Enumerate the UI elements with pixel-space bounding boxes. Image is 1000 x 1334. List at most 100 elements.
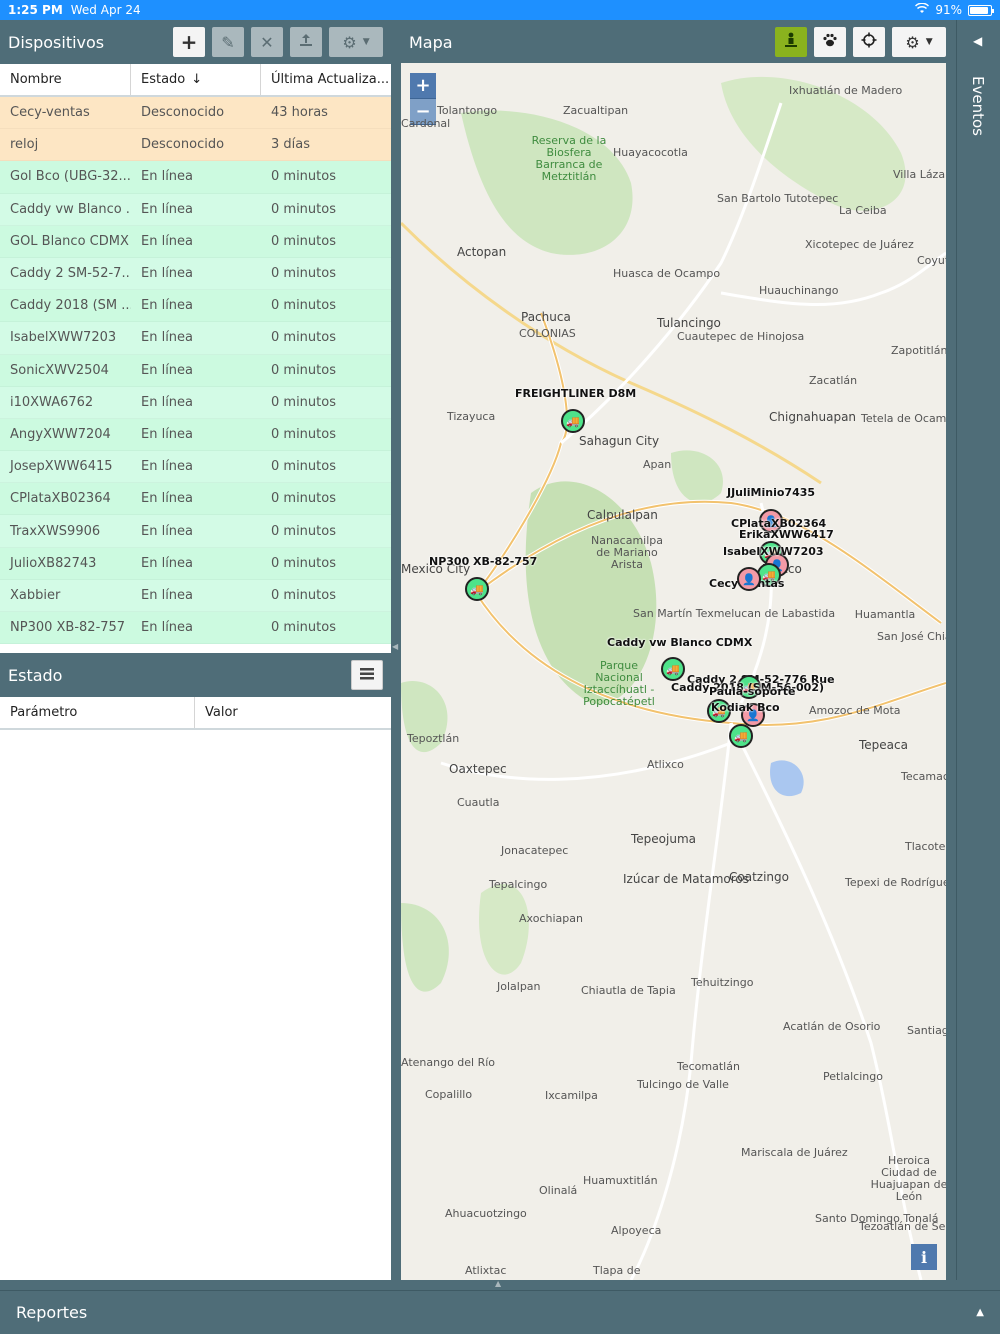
wifi-icon — [915, 2, 930, 17]
map-place-label: Zacatlán — [809, 374, 858, 387]
locate-button[interactable] — [853, 27, 885, 57]
map-place-label: Apan — [643, 458, 672, 471]
bottom-splitter[interactable]: ▲ — [0, 1279, 1000, 1290]
map-place-label: Ahuacuotzingo — [445, 1207, 527, 1220]
map-place-label: Ixhuatlán de Madero — [789, 84, 903, 97]
share-device-button[interactable] — [290, 27, 322, 57]
device-settings-button[interactable]: ⚙ ▼ — [329, 27, 383, 57]
map-place-label: Villa Lázaro Cárdenas — [893, 168, 946, 181]
device-updated: 0 minutos — [271, 233, 336, 249]
table-row[interactable]: Gol Bco (UBG-32... En línea 0 minutos — [0, 161, 391, 194]
map-info-button[interactable]: i — [911, 1244, 937, 1270]
battery-icon — [968, 4, 994, 16]
vehicle-marker-truck-icon[interactable]: 🚚 — [465, 577, 489, 601]
history-button[interactable] — [814, 27, 846, 57]
caret-up-icon: ▲ — [976, 1307, 984, 1318]
events-panel[interactable]: ◀ Eventos — [956, 20, 1000, 1280]
arrow-down-icon: ↓ — [191, 72, 203, 87]
map-place-label: Heroica Ciudad de Huajuapan de León — [870, 1154, 946, 1203]
map-place-label: Amozoc de Mota — [809, 704, 901, 717]
table-row[interactable]: GOL Blanco CDMX En línea 0 minutos — [0, 225, 391, 258]
map-settings-button[interactable]: ⚙ ▼ — [892, 27, 946, 57]
vehicle-label: ErikaXWW6417 — [739, 528, 834, 541]
device-updated: 0 minutos — [271, 491, 336, 507]
edit-device-button[interactable]: ✎ — [212, 27, 244, 57]
estado-menu-button[interactable] — [351, 660, 383, 691]
device-status: En línea — [141, 426, 194, 442]
map-title: Mapa — [409, 32, 453, 52]
device-name: i10XWA6762 — [10, 394, 94, 410]
remove-device-button[interactable]: ✕ — [251, 27, 283, 57]
map-place-label: Parque Nacional Iztaccíhuatl - Popocatép… — [583, 659, 655, 708]
table-row[interactable]: AngyXWW7204 En línea 0 minutos — [0, 418, 391, 452]
map-place-label: Tetela de Ocampo — [861, 412, 946, 425]
device-updated: 0 minutos — [271, 620, 336, 636]
column-name[interactable]: Nombre — [0, 64, 131, 95]
column-value[interactable]: Valor — [195, 697, 391, 728]
table-row[interactable]: NP300 XB-82-757 En línea 0 minutos — [0, 612, 391, 645]
device-updated: 43 horas — [271, 105, 328, 121]
map-place-label: Coatzingo — [729, 870, 789, 884]
table-row[interactable]: i10XWA6762 En línea 0 minutos — [0, 386, 391, 419]
add-device-button[interactable]: + — [173, 27, 205, 57]
battery-percent: 91% — [935, 3, 962, 17]
map-place-label: Tlacotepec de Benito — [905, 840, 946, 853]
list-icon — [359, 666, 375, 685]
estado-title: Estado — [8, 665, 63, 685]
table-row[interactable]: TraxXWS9906 En línea 0 minutos — [0, 515, 391, 548]
status-time: 1:25 PM — [8, 3, 63, 17]
reports-title: Reportes — [16, 1303, 88, 1322]
map-place-label: Alpoyeca — [611, 1224, 662, 1237]
table-row[interactable]: CPlataXB02364 En línea 0 minutos — [0, 483, 391, 516]
table-row[interactable]: Caddy 2 SM-52-7... En línea 0 minutos — [0, 257, 391, 291]
vehicle-label: IsabelXWW7203 — [723, 545, 824, 558]
panel-splitter[interactable]: ◀ — [391, 20, 400, 1280]
device-updated: 0 minutos — [271, 394, 336, 410]
map-place-label: Tepoztlán — [407, 732, 460, 745]
zoom-in-button[interactable]: + — [410, 73, 436, 99]
map-place-label: Tulcingo de Valle — [637, 1078, 729, 1091]
close-icon: ✕ — [260, 32, 274, 52]
vehicle-marker-person-icon[interactable]: 👤 — [737, 567, 761, 591]
map-place-label: Acatlán de Osorio — [783, 1020, 881, 1033]
table-row[interactable]: Cecy-ventas Desconocido 43 horas — [0, 97, 391, 130]
column-updated[interactable]: Última Actualiza... — [261, 64, 391, 95]
plus-icon: + — [180, 30, 198, 54]
column-status[interactable]: Estado ↓ — [131, 64, 261, 95]
map-view[interactable]: + − Tolantongo Cardonal Zacualtipan Ixhuatl… — [401, 63, 946, 1280]
table-row[interactable]: IsabelXWW7203 En línea 0 minutos — [0, 322, 391, 355]
map-place-label: Oaxtepec — [449, 762, 507, 776]
caret-down-icon: ▼ — [362, 37, 370, 47]
reports-panel[interactable]: Reportes ▲ — [0, 1290, 1000, 1334]
caret-down-icon: ▼ — [925, 37, 933, 47]
vehicle-label: Paula-soporte — [709, 685, 796, 698]
table-row[interactable]: Xabbier En línea 0 minutos — [0, 579, 391, 612]
table-row[interactable]: SonicXWV2504 En línea 0 minutos — [0, 354, 391, 387]
map-place-label: Calpulalpan — [587, 508, 658, 522]
device-name: GOL Blanco CDMX — [10, 233, 129, 249]
map-place-label: Axochiapan — [519, 912, 583, 925]
follow-button[interactable] — [775, 27, 807, 57]
column-parameter[interactable]: Parámetro — [0, 697, 195, 729]
device-status: En línea — [141, 266, 194, 282]
table-row[interactable]: reloj Desconocido 3 días — [0, 129, 391, 162]
vehicle-marker-truck-icon[interactable]: 🚚 — [561, 409, 585, 433]
device-status: En línea — [141, 620, 194, 636]
map-place-label: Ixcamilpa — [545, 1089, 598, 1102]
table-row[interactable]: Caddy vw Blanco ... En línea 0 minutos — [0, 193, 391, 226]
map-place-label: Zacualtipan — [563, 104, 629, 117]
device-status: En línea — [141, 491, 194, 507]
estado-table-header: Parámetro Valor — [0, 697, 391, 731]
device-name: reloj — [10, 137, 39, 153]
map-place-label: Cardonal — [401, 117, 451, 130]
table-row[interactable]: JulioXB82743 En línea 0 minutos — [0, 547, 391, 580]
map-place-label: Tulancingo — [657, 316, 721, 330]
map-place-label: Zapotitlán de Méndez — [891, 344, 946, 357]
map-place-label: Huamuxtitlán — [583, 1174, 658, 1187]
table-row[interactable]: JosepXWW6415 En línea 0 minutos — [0, 451, 391, 484]
vehicle-marker-truck-icon[interactable]: 🚚 — [661, 657, 685, 681]
events-title: Eventos — [969, 76, 987, 136]
vehicle-marker-truck-icon[interactable]: 🚚 — [729, 724, 753, 748]
table-row[interactable]: Caddy 2018 (SM ... En línea 0 minutos — [0, 290, 391, 323]
gear-icon: ⚙ — [342, 32, 357, 52]
